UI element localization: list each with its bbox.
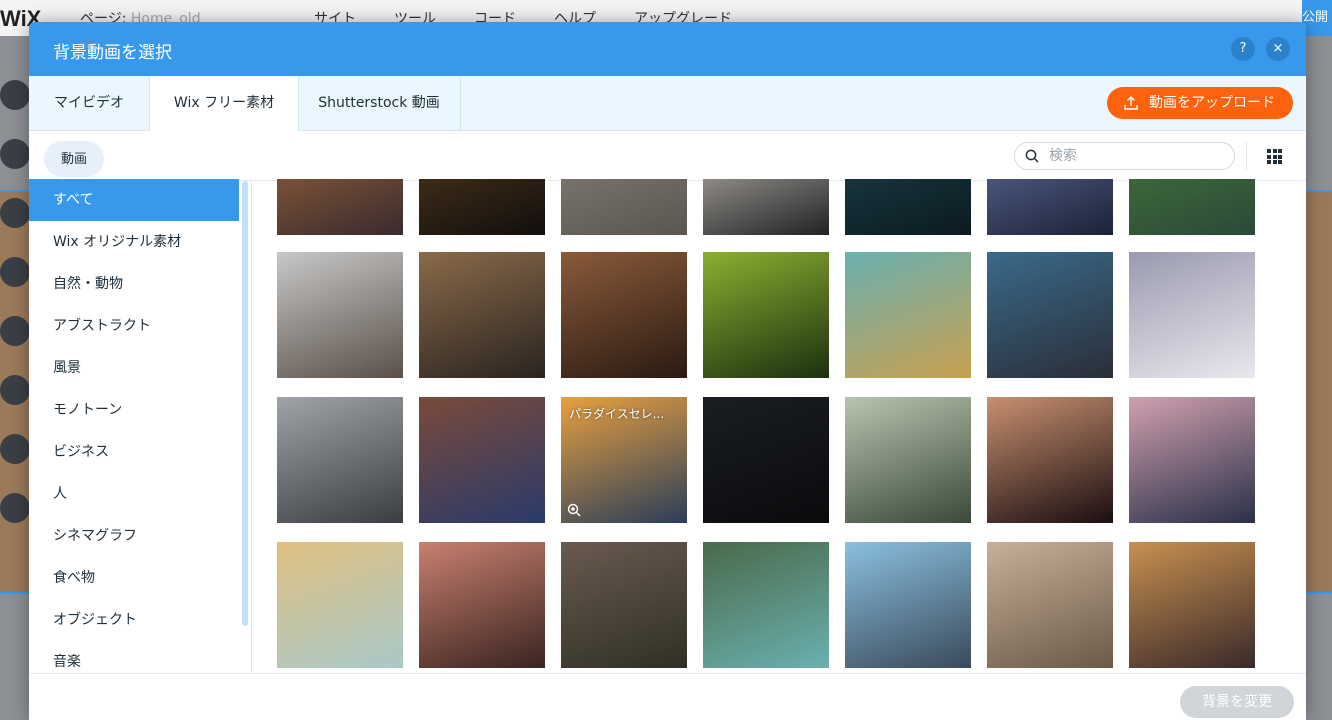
category-item[interactable]: 自然・動物: [29, 263, 239, 305]
video-thumbnail-chocolate-truffles[interactable]: [561, 252, 687, 378]
grid-view-icon[interactable]: [1267, 149, 1282, 164]
dialog-header: 背景動画を選択 ? ×: [29, 22, 1306, 76]
search-input[interactable]: [1047, 147, 1221, 165]
chat-icon[interactable]: [0, 375, 30, 405]
video-thumbnail-mountain-sunset[interactable]: [987, 397, 1113, 523]
category-item[interactable]: モノトーン: [29, 389, 239, 431]
video-thumbnail-pottery-wheel[interactable]: [987, 542, 1113, 668]
filter-bar: 動画: [29, 131, 1306, 181]
category-item[interactable]: アブストラクト: [29, 305, 239, 347]
sidebar-scrollbar[interactable]: [242, 181, 248, 626]
close-button[interactable]: ×: [1266, 37, 1290, 61]
thumbnail-hover-label: パラダイスセレ...: [569, 407, 665, 421]
category-item[interactable]: すべて: [29, 179, 239, 221]
search-icon: [1025, 149, 1039, 163]
category-item[interactable]: 風景: [29, 347, 239, 389]
filter-chip-video[interactable]: 動画: [44, 141, 105, 177]
zoom-icon[interactable]: [567, 503, 581, 517]
video-thumbnail-blue-flowers[interactable]: [987, 179, 1113, 235]
video-thumbnail-film-reel[interactable]: [277, 397, 403, 523]
dialog-body: すべて Wix オリジナル素材 自然・動物 アブストラクト 風景 モノトーン ビジネス人シネ…: [29, 179, 1306, 674]
video-thumbnail-misty-beach[interactable]: [561, 179, 687, 235]
category-sidebar: すべて Wix オリジナル素材 自然・動物 アブストラクト 風景 モノトーン ビジネス人シネ…: [29, 179, 252, 674]
category-item[interactable]: ビジネス: [29, 431, 239, 473]
video-thumbnail-coffee-cup[interactable]: [703, 179, 829, 235]
video-thumbnail-beach-runner[interactable]: [1129, 397, 1255, 523]
pen-icon[interactable]: [0, 493, 30, 523]
video-thumbnail-speedometer[interactable]: [703, 397, 829, 523]
video-thumbnail-breakfast-table[interactable]: [1129, 542, 1255, 668]
video-thumbnail-night-valley[interactable]: [845, 179, 971, 235]
background-icon[interactable]: [0, 139, 30, 169]
source-tabs: マイビデオ Wix フリー素材 Shutterstock 動画 動画をアップロー…: [29, 76, 1306, 131]
category-list: すべて Wix オリジナル素材 自然・動物 アブストラクト 風景 モノトーン ビジネス人シネ…: [29, 179, 251, 674]
editor-left-toolbar: [0, 80, 30, 540]
video-thumbnail-snowy-mountain[interactable]: [1129, 252, 1255, 378]
apps-icon[interactable]: [0, 257, 30, 287]
tab-wix-free[interactable]: Wix フリー素材: [149, 76, 299, 131]
video-thumbnail-field-sunset[interactable]: [277, 179, 403, 235]
category-item[interactable]: Wix オリジナル素材: [29, 221, 239, 263]
upload-video-button[interactable]: 動画をアップロード: [1107, 87, 1293, 119]
video-thumbnail-runner-field[interactable]: [845, 397, 971, 523]
pages-icon[interactable]: [0, 80, 30, 110]
video-thumbnail-bread-cutting[interactable]: [419, 252, 545, 378]
background-video-dialog: 背景動画を選択 ? × マイビデオ Wix フリー素材 Shutterstock…: [29, 22, 1306, 720]
calendar-icon[interactable]: [0, 434, 30, 464]
video-grid: パラダイスセレ...: [252, 179, 1306, 674]
divider: [1246, 142, 1247, 170]
add-icon[interactable]: [0, 198, 30, 228]
category-item[interactable]: オブジェクト: [29, 599, 239, 641]
search-box: [1014, 142, 1235, 170]
tab-shutterstock[interactable]: Shutterstock 動画: [298, 76, 461, 130]
video-thumbnail-aerial-green[interactable]: [1129, 179, 1255, 235]
video-thumbnail-city-skyline[interactable]: [845, 542, 971, 668]
video-thumbnail-couple-laughing[interactable]: [419, 542, 545, 668]
video-thumbnail-paradise-sunset[interactable]: パラダイスセレ...: [561, 397, 687, 523]
category-item[interactable]: 食べ物: [29, 557, 239, 599]
video-thumbnail-tropical-beach[interactable]: [703, 542, 829, 668]
video-thumbnail-snowy-forest[interactable]: [277, 252, 403, 378]
video-thumbnail-wheat-grass[interactable]: [845, 252, 971, 378]
upload-label: 動画をアップロード: [1149, 95, 1275, 111]
upload-icon: [1124, 96, 1138, 110]
category-item[interactable]: 人: [29, 473, 239, 515]
video-thumbnail-green-leaves[interactable]: [703, 252, 829, 378]
dialog-title: 背景動画を選択: [53, 43, 172, 63]
video-thumbnail-lake-dusk[interactable]: [419, 179, 545, 235]
video-thumbnail-friends-circle[interactable]: [419, 397, 545, 523]
category-item[interactable]: シネマグラフ: [29, 515, 239, 557]
video-thumbnail-salad-bowl[interactable]: [561, 542, 687, 668]
tab-my-videos[interactable]: マイビデオ: [29, 76, 150, 130]
upload-icon[interactable]: [0, 316, 30, 346]
help-button[interactable]: ?: [1231, 37, 1255, 61]
video-thumbnail-seashells[interactable]: [277, 542, 403, 668]
change-background-button[interactable]: 背景を変更: [1180, 686, 1294, 718]
publish-button[interactable]: 公開: [1302, 0, 1332, 36]
video-thumbnail-construction-crane[interactable]: [987, 252, 1113, 378]
dialog-footer: 背景を変更: [29, 673, 1306, 720]
category-item[interactable]: 音楽: [29, 641, 239, 674]
